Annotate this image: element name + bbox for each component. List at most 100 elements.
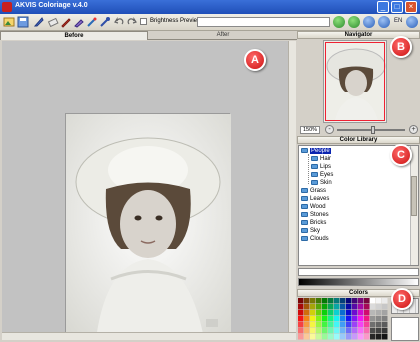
palette-swatch[interactable] xyxy=(346,322,352,328)
brightness-preview-checkbox[interactable] xyxy=(140,18,147,25)
zoom-in-button[interactable]: + xyxy=(409,125,418,134)
palette-swatch[interactable] xyxy=(382,328,388,334)
palette-swatch[interactable] xyxy=(322,322,328,328)
palette-swatch[interactable] xyxy=(328,298,334,304)
current-color-swatch[interactable] xyxy=(391,317,419,341)
palette-swatch[interactable] xyxy=(322,304,328,310)
palette-swatch[interactable] xyxy=(382,316,388,322)
palette-swatch[interactable] xyxy=(328,310,334,316)
library-item[interactable]: Skin xyxy=(311,179,332,187)
palette-swatch[interactable] xyxy=(364,328,370,334)
eraser-tool-icon[interactable] xyxy=(47,16,59,28)
palette-swatch[interactable] xyxy=(334,304,340,310)
palette-swatch[interactable] xyxy=(376,304,382,310)
palette-swatch[interactable] xyxy=(304,334,310,340)
palette-swatch[interactable] xyxy=(376,328,382,334)
palette-swatch[interactable] xyxy=(316,310,322,316)
palette-swatch[interactable] xyxy=(322,310,328,316)
palette-swatch[interactable] xyxy=(334,316,340,322)
palette-swatch[interactable] xyxy=(304,322,310,328)
library-scrollbar[interactable] xyxy=(410,146,418,265)
palette-swatch[interactable] xyxy=(382,322,388,328)
palette-swatch[interactable] xyxy=(352,328,358,334)
palette-swatch[interactable] xyxy=(328,322,334,328)
palette-swatch[interactable] xyxy=(340,310,346,316)
palette-swatch[interactable] xyxy=(382,310,388,316)
palette-swatch[interactable] xyxy=(376,322,382,328)
palette-swatch[interactable] xyxy=(310,334,316,340)
palette-swatch[interactable] xyxy=(370,328,376,334)
tab-before[interactable]: Before xyxy=(0,31,148,40)
palette-swatch[interactable] xyxy=(358,328,364,334)
palette-swatch[interactable] xyxy=(340,334,346,340)
palette-swatch[interactable] xyxy=(334,298,340,304)
palette-swatch[interactable] xyxy=(346,310,352,316)
palette-swatch[interactable] xyxy=(316,298,322,304)
palette-swatch[interactable] xyxy=(346,304,352,310)
palette-swatch[interactable] xyxy=(382,298,388,304)
palette-swatch[interactable] xyxy=(376,334,382,340)
palette-swatch[interactable] xyxy=(310,310,316,316)
palette-swatch[interactable] xyxy=(316,322,322,328)
open-image-icon[interactable] xyxy=(3,16,15,28)
palette-swatch[interactable] xyxy=(298,316,304,322)
palette-swatch[interactable] xyxy=(346,328,352,334)
maximize-button[interactable]: □ xyxy=(391,1,403,13)
palette-swatch[interactable] xyxy=(382,334,388,340)
library-item[interactable]: People xyxy=(301,147,331,155)
library-item[interactable]: Clouds xyxy=(301,235,329,243)
palette-swatch[interactable] xyxy=(310,298,316,304)
info-icon[interactable] xyxy=(363,16,375,28)
palette-swatch[interactable] xyxy=(370,304,376,310)
palette-swatch[interactable] xyxy=(376,310,382,316)
palette-swatch[interactable] xyxy=(298,334,304,340)
palette-swatch[interactable] xyxy=(370,310,376,316)
palette-swatch[interactable] xyxy=(316,304,322,310)
library-item[interactable]: Wood xyxy=(301,203,326,211)
palette-swatch[interactable] xyxy=(358,310,364,316)
library-item[interactable]: Eyes xyxy=(311,171,333,179)
palette-swatch[interactable] xyxy=(310,316,316,322)
palette-swatch[interactable] xyxy=(340,298,346,304)
library-item[interactable]: Hair xyxy=(311,155,331,163)
palette-swatch[interactable] xyxy=(334,334,340,340)
palette-swatch[interactable] xyxy=(346,316,352,322)
palette-swatch[interactable] xyxy=(298,304,304,310)
palette-swatch[interactable] xyxy=(376,316,382,322)
library-scroll-thumb[interactable] xyxy=(411,176,417,216)
magic-pencil-icon[interactable] xyxy=(86,16,98,28)
library-item[interactable]: Stones xyxy=(301,211,329,219)
color-palette-grid[interactable] xyxy=(298,298,388,341)
palette-swatch[interactable] xyxy=(346,334,352,340)
canvas-vertical-scrollbar[interactable] xyxy=(288,41,296,332)
eyedropper-tool-icon[interactable] xyxy=(99,16,111,28)
palette-swatch[interactable] xyxy=(370,316,376,322)
palette-swatch[interactable] xyxy=(304,328,310,334)
library-item[interactable]: Lips xyxy=(311,163,331,171)
navigator-preview[interactable] xyxy=(323,40,387,123)
palette-swatch[interactable] xyxy=(340,328,346,334)
palette-swatch[interactable] xyxy=(352,298,358,304)
canvas-horizontal-scrollbar[interactable] xyxy=(2,332,296,340)
palette-swatch[interactable] xyxy=(364,322,370,328)
palette-swatch[interactable] xyxy=(328,304,334,310)
navigator-view-frame[interactable] xyxy=(325,42,385,121)
palette-swatch[interactable] xyxy=(364,334,370,340)
palette-swatch[interactable] xyxy=(298,322,304,328)
palette-swatch[interactable] xyxy=(352,334,358,340)
palette-swatch[interactable] xyxy=(310,328,316,334)
palette-swatch[interactable] xyxy=(364,316,370,322)
library-item[interactable]: Bricks xyxy=(301,219,326,227)
palette-swatch[interactable] xyxy=(364,304,370,310)
palette-swatch[interactable] xyxy=(352,316,358,322)
palette-swatch[interactable] xyxy=(298,310,304,316)
palette-swatch[interactable] xyxy=(370,322,376,328)
palette-swatch[interactable] xyxy=(340,304,346,310)
palette-swatch[interactable] xyxy=(358,334,364,340)
close-button[interactable]: × xyxy=(405,1,417,13)
palette-swatch[interactable] xyxy=(322,334,328,340)
palette-swatch[interactable] xyxy=(316,328,322,334)
palette-swatch[interactable] xyxy=(310,304,316,310)
settings-icon[interactable] xyxy=(348,16,360,28)
palette-swatch[interactable] xyxy=(316,316,322,322)
